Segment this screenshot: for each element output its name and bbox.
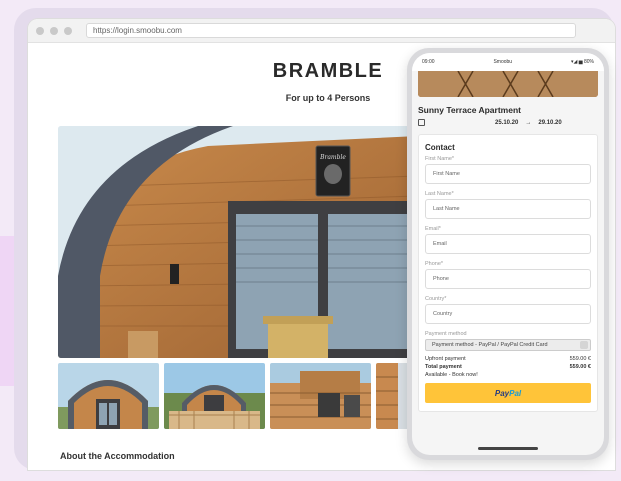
paypal-pay-text: Pay bbox=[494, 388, 510, 398]
phone-label: Phone* bbox=[425, 261, 444, 267]
status-battery: ▾◢ ▅ 80% bbox=[570, 59, 594, 65]
email-label: Email* bbox=[425, 226, 441, 232]
status-carrier: Smoobu bbox=[493, 59, 513, 65]
arrow-right-icon: → bbox=[525, 119, 532, 126]
thumbnail-3-image bbox=[270, 363, 371, 429]
last-name-label: Last Name* bbox=[425, 191, 454, 197]
status-time: 09:00 bbox=[422, 59, 435, 65]
thumbnail-1[interactable] bbox=[58, 363, 159, 429]
country-input[interactable]: Country bbox=[425, 304, 591, 324]
checkin-date: 25.10.20 bbox=[495, 119, 519, 126]
upfront-payment-row: Upfront payment 559.00 € bbox=[419, 355, 597, 363]
contact-form: Contact First Name* First Name Last Name… bbox=[418, 134, 598, 412]
address-bar[interactable]: https://login.smoobu.com bbox=[86, 23, 576, 38]
status-bar: 09:00 Smoobu ▾◢ ▅ 80% bbox=[412, 53, 604, 71]
section-title-about: About the Accommodation bbox=[60, 451, 175, 461]
chevron-down-icon bbox=[580, 341, 588, 349]
phone-input[interactable]: Phone bbox=[425, 269, 591, 289]
paypal-pal-text: Pal bbox=[509, 388, 522, 398]
last-name-input[interactable]: Last Name bbox=[425, 199, 591, 219]
window-close-dot[interactable] bbox=[36, 26, 44, 35]
thumbnail-2[interactable] bbox=[164, 363, 265, 429]
payment-method-label: Payment method bbox=[425, 331, 467, 337]
hero-image[interactable]: Bramble bbox=[58, 126, 418, 358]
payment-method-value: Payment method - PayPal / PayPal Credit … bbox=[432, 342, 548, 348]
contact-title: Contact bbox=[425, 143, 455, 152]
window-maximize-dot[interactable] bbox=[64, 26, 72, 35]
apartment-name: Sunny Terrace Apartment bbox=[418, 105, 521, 115]
payment-method-select[interactable]: Payment method - PayPal / PayPal Credit … bbox=[425, 339, 591, 351]
thumbnail-3[interactable] bbox=[270, 363, 371, 429]
first-name-input[interactable]: First Name bbox=[425, 164, 591, 184]
paypal-button[interactable]: Pay Pal bbox=[425, 383, 591, 403]
thumbnail-strip bbox=[58, 363, 416, 429]
total-payment-row: Total payment 559.00 € bbox=[419, 363, 597, 371]
apartment-image[interactable] bbox=[418, 71, 598, 97]
total-payment-value: 559.00 € bbox=[569, 364, 591, 370]
apartment-photo bbox=[418, 71, 598, 97]
booking-dates: 25.10.20 → 29.10.20 bbox=[412, 119, 604, 134]
browser-toolbar: https://login.smoobu.com bbox=[28, 19, 615, 43]
country-label: Country* bbox=[425, 296, 447, 302]
phone-screen: 09:00 Smoobu ▾◢ ▅ 80% Sunny Terrace Apar… bbox=[412, 53, 604, 455]
email-input[interactable]: Email bbox=[425, 234, 591, 254]
cabin-sign-text: Bramble bbox=[319, 154, 346, 161]
total-payment-label: Total payment bbox=[425, 364, 462, 370]
calendar-icon bbox=[418, 119, 425, 126]
cabin-photo: Bramble bbox=[58, 126, 418, 358]
window-minimize-dot[interactable] bbox=[50, 26, 58, 35]
upfront-payment-value: 559.00 € bbox=[569, 356, 591, 362]
upfront-payment-label: Upfront payment bbox=[425, 356, 466, 362]
checkout-date: 29.10.20 bbox=[538, 119, 562, 126]
thumbnail-2-image bbox=[164, 363, 265, 429]
availability-text: Available - Book now! bbox=[425, 372, 478, 378]
home-indicator[interactable] bbox=[478, 447, 538, 450]
phone-mockup: 09:00 Smoobu ▾◢ ▅ 80% Sunny Terrace Apar… bbox=[407, 48, 609, 460]
first-name-label: First Name* bbox=[425, 156, 455, 162]
thumbnail-1-image bbox=[58, 363, 159, 429]
